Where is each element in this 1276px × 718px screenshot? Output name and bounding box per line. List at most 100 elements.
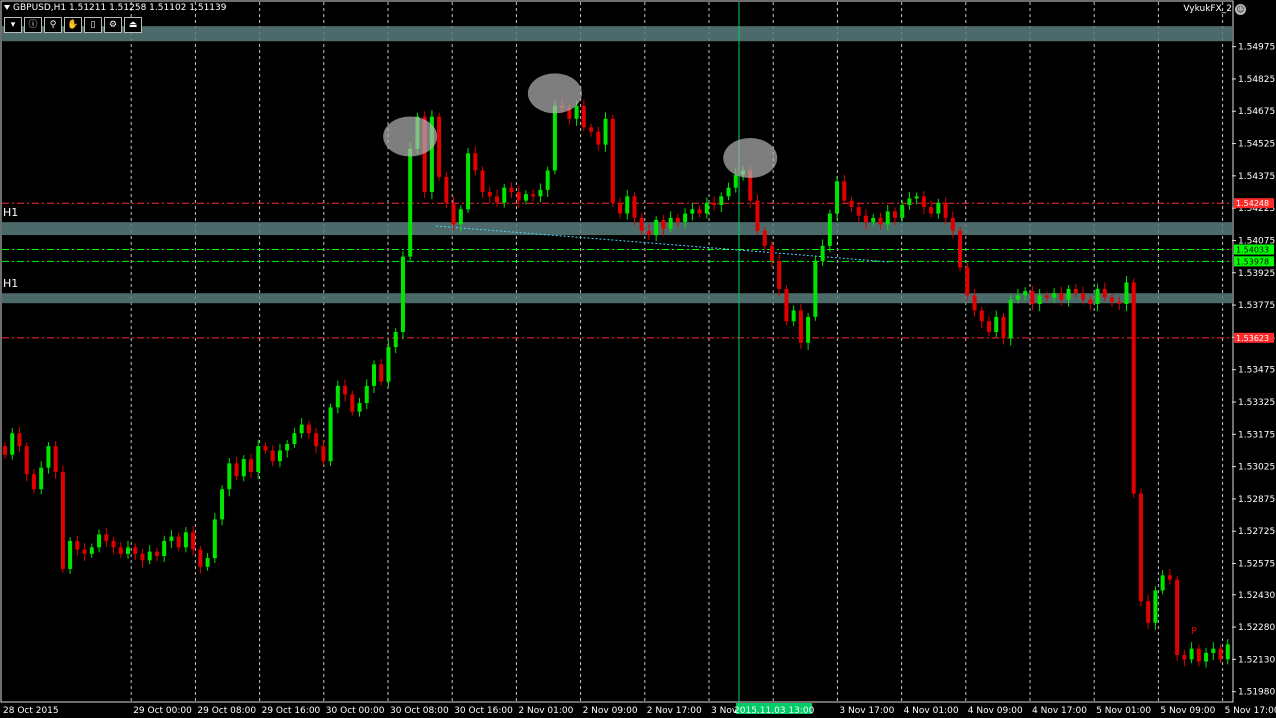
candle-body: [523, 194, 528, 201]
candle-body: [89, 547, 94, 554]
candle-body: [1110, 297, 1114, 302]
candle-body: [205, 558, 210, 567]
magnifier-icon[interactable]: ⚲: [44, 17, 62, 33]
candle-body: [386, 347, 391, 382]
candle-body: [762, 230, 767, 246]
candle-body: [1225, 644, 1230, 660]
smiley-icon[interactable]: ☺: [1235, 4, 1246, 15]
candle-body: [864, 215, 868, 223]
candle-body: [1167, 575, 1172, 580]
x-tick-label: 2015.11.03 13:00: [734, 706, 815, 716]
candle-body: [444, 176, 449, 203]
candle-body: [31, 474, 36, 490]
candle-body: [632, 196, 637, 218]
dropdown-triangle-icon[interactable]: [4, 5, 10, 10]
candle-body: [531, 194, 536, 197]
candle-body: [46, 446, 51, 468]
y-tick-label: 1.52280: [1238, 623, 1275, 633]
candle-body: [900, 204, 905, 218]
candle-body: [1008, 299, 1013, 339]
x-tick-label: 2 Nov 09:00: [583, 706, 638, 716]
y-tick-label: 1.53775: [1238, 301, 1275, 311]
candle-body: [820, 245, 825, 261]
candle-body: [733, 174, 738, 188]
candle-body: [183, 532, 188, 548]
candle-body: [1095, 288, 1100, 304]
candle-body: [704, 202, 709, 214]
swing-high-circle: [723, 138, 778, 178]
x-tick-label: 3 Nov 17:00: [839, 706, 894, 716]
candle-body: [111, 540, 116, 548]
settings-icon[interactable]: ⚙: [104, 17, 122, 33]
candle-body: [140, 553, 145, 561]
x-tick-label: 30 Oct 00:00: [326, 706, 385, 716]
export-icon[interactable]: ⏏: [124, 17, 142, 33]
candle-body: [1204, 652, 1209, 662]
paper-icon[interactable]: ▯: [84, 17, 102, 33]
y-tick-label: 1.52430: [1238, 591, 1275, 601]
info-icon[interactable]: ⓘ: [24, 17, 42, 33]
candle-body: [249, 459, 253, 472]
x-tick-label: 30 Oct 16:00: [454, 706, 513, 716]
y-tick-label: 1.53925: [1238, 269, 1275, 279]
candle-body: [350, 394, 355, 412]
zone-band: [2, 26, 1232, 42]
dropdown-icon[interactable]: ▾: [4, 17, 22, 33]
candle-body: [198, 549, 203, 567]
candle-body: [625, 196, 630, 214]
candle-body: [675, 217, 680, 223]
candle-body: [509, 187, 514, 192]
x-tick-label: 2 Nov 01:00: [518, 706, 573, 716]
candle-body: [1023, 291, 1028, 296]
y-tick-label: 1.53475: [1238, 366, 1275, 376]
y-tick-label: 1.52575: [1238, 560, 1275, 570]
candle-body: [147, 551, 152, 561]
y-tick-label: 1.54525: [1238, 140, 1275, 150]
swing-high-circle: [527, 73, 582, 114]
y-tick-label: 1.52875: [1238, 495, 1275, 505]
candle-body: [473, 153, 478, 171]
candle-body: [212, 519, 217, 559]
candle-body: [24, 446, 29, 475]
candle-body: [10, 433, 15, 455]
candle-body: [950, 217, 955, 231]
candle-body: [379, 364, 384, 382]
candle-body: [3, 446, 7, 455]
candle-body: [943, 202, 948, 218]
candle-body: [697, 209, 702, 214]
candle-body: [133, 547, 138, 554]
candle-body: [364, 385, 369, 404]
candle-body: [668, 217, 673, 229]
price-chart[interactable]: 28 Oct 2015 29 Oct 00:00 29 Oct 08:00 29 Oc…: [0, 0, 1276, 718]
candle-body: [285, 444, 290, 451]
candle-body: [82, 549, 87, 554]
candle-body: [126, 547, 130, 554]
candle-body: [256, 446, 261, 472]
ea-name: VykukFX_2: [1183, 4, 1232, 14]
hand-icon[interactable]: ✋: [64, 17, 82, 33]
candle-body: [1001, 316, 1006, 339]
y-tick-label: 1.52130: [1238, 655, 1275, 665]
candle-body: [603, 118, 608, 145]
candle-body: [292, 433, 297, 444]
y-tick-label: 1.53175: [1238, 430, 1275, 440]
candle-body: [1066, 288, 1071, 300]
candle-body: [502, 187, 507, 203]
candle-body: [1088, 299, 1093, 304]
candle-body: [777, 260, 782, 289]
candle-body: [929, 207, 934, 214]
x-tick-label: 4 Nov 17:00: [1032, 706, 1087, 716]
candle-body: [726, 187, 731, 197]
candle-body: [1196, 648, 1201, 662]
candle-body: [958, 230, 963, 268]
candle-body: [878, 217, 883, 225]
chart-toolbar: ▾ ⓘ ⚲ ✋ ▯ ⚙ ⏏: [4, 17, 142, 33]
candle-body: [806, 316, 811, 343]
candle-body: [769, 245, 774, 261]
candle-body: [1175, 579, 1180, 656]
candle-body: [1030, 291, 1035, 304]
price-level-label: 1.54033: [1236, 246, 1269, 255]
candle-body: [118, 547, 123, 554]
x-tick-label: 4 Nov 01:00: [904, 706, 959, 716]
candle-body: [755, 200, 760, 231]
